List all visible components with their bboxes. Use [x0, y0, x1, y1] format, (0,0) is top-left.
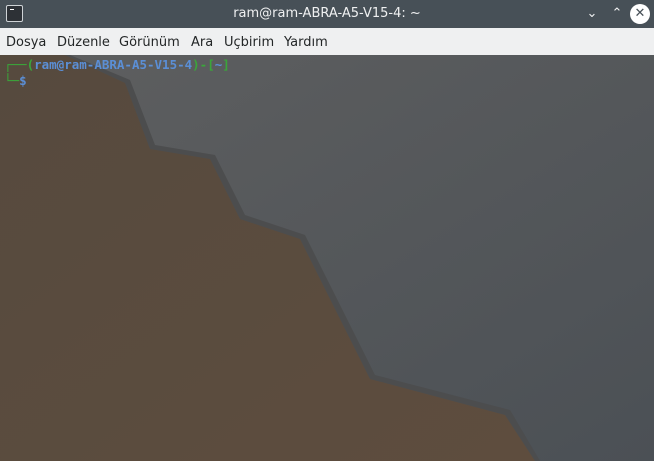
title-bar[interactable]: ram@ram-ABRA-A5-V15-4: ~ ⌄ ⌃ ✕: [0, 0, 654, 28]
prompt-symbol: $: [19, 73, 27, 88]
menu-yardim[interactable]: Yardım: [284, 35, 328, 50]
wallpaper-background: [0, 55, 654, 461]
scrollbar[interactable]: [650, 55, 654, 461]
prompt-user-host: ram@ram-ABRA-A5-V15-4: [34, 57, 193, 72]
minimize-button[interactable]: ⌄: [582, 4, 602, 24]
menu-duzenle[interactable]: Düzenle: [57, 35, 110, 50]
menu-bar: Dosya Düzenle Görünüm Ara Uçbirim Yardım: [0, 28, 654, 55]
menu-ara[interactable]: Ara: [191, 35, 213, 50]
menu-dosya[interactable]: Dosya: [6, 35, 46, 50]
window-title: ram@ram-ABRA-A5-V15-4: ~: [233, 6, 421, 21]
menu-gorunum[interactable]: Görünüm: [119, 35, 180, 50]
maximize-button[interactable]: ⌃: [607, 4, 627, 24]
prompt-line-1: ┌──(ram@ram-ABRA-A5-V15-4)-[~]: [4, 57, 230, 72]
terminal-area[interactable]: ┌──(ram@ram-ABRA-A5-V15-4)-[~] └─$: [0, 55, 654, 461]
menu-ucbirim[interactable]: Uçbirim: [224, 35, 274, 50]
prompt-line-2: └─$: [4, 73, 27, 88]
close-button[interactable]: ✕: [630, 4, 650, 24]
